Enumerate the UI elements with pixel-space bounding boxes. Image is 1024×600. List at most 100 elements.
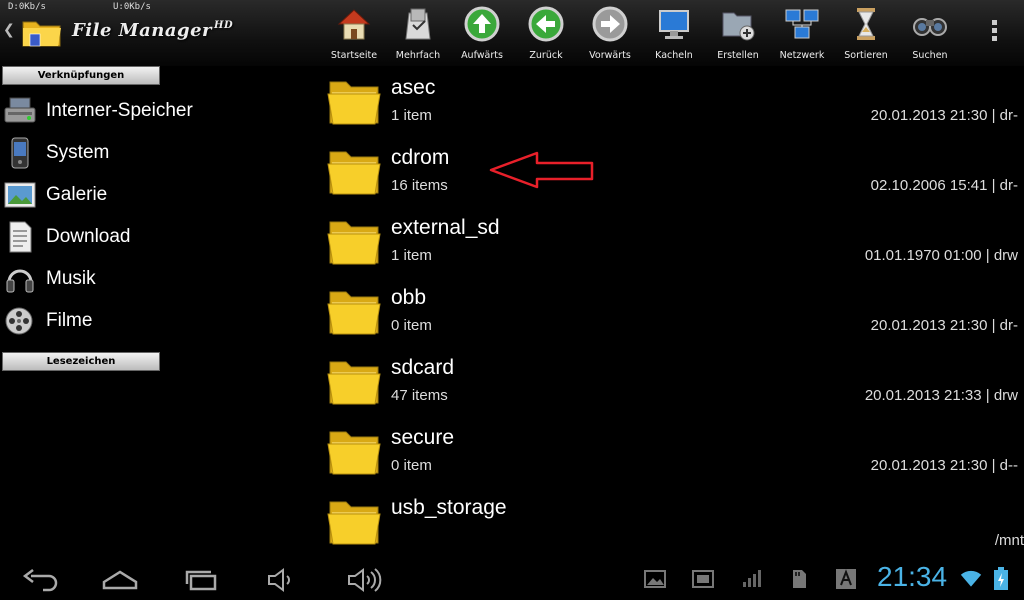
toolbar-sort-button[interactable]: Sortieren: [834, 0, 898, 66]
folder-icon: [327, 501, 381, 545]
sidebar-item-music[interactable]: Musik: [0, 258, 240, 300]
download-icon: [9, 221, 32, 253]
file-row-secure[interactable]: secure 0 item 20.01.2013 21:30 | d--: [322, 416, 1024, 486]
forward-icon: [592, 6, 628, 42]
file-item-count: 16 items: [391, 177, 448, 194]
toolbar-home-button[interactable]: Startseite: [322, 0, 386, 66]
system-navigation-bar: 21:34: [0, 560, 1024, 600]
app-logo-icon[interactable]: [20, 14, 64, 48]
toolbar-home-label: Startseite: [330, 50, 378, 61]
sidebar-item-download[interactable]: Download: [0, 216, 240, 258]
home-icon: [337, 9, 371, 40]
film-reel-icon: [5, 307, 33, 335]
file-meta: 01.01.1970 01:00 | drw: [864, 247, 1018, 264]
nav-back-button[interactable]: [18, 564, 64, 596]
toolbar-multiselect-label: Mehrfach: [395, 50, 441, 61]
volume-down-button[interactable]: [256, 564, 302, 596]
file-row-external-sd[interactable]: external_sd 1 item 01.01.1970 01:00 | dr…: [322, 206, 1024, 276]
file-row-cdrom[interactable]: cdrom 16 items 02.10.2006 15:41 | dr-: [322, 136, 1024, 206]
app-title: File Manager HD: [72, 20, 234, 41]
up-navigation-icon[interactable]: ❮: [3, 22, 15, 38]
toolbar-sort-label: Sortieren: [844, 50, 888, 61]
multi-select-icon: [405, 8, 431, 40]
phone-icon: [11, 137, 29, 169]
file-meta: 20.01.2013 21:30 | dr-: [870, 107, 1018, 124]
signal-strength-icon: [740, 568, 762, 590]
annotation-arrow-icon: [489, 151, 594, 189]
toolbar-tiles-button[interactable]: Kacheln: [642, 0, 706, 66]
bookmarks-header: Lesezeichen: [2, 352, 160, 371]
sd-card-icon: [788, 568, 810, 590]
internal-storage-icon: [4, 97, 36, 123]
back-icon: [528, 6, 564, 42]
toolbar-forward-button[interactable]: Vorwärts: [578, 0, 642, 66]
sidebar-item-label: Filme: [46, 310, 93, 331]
file-name: usb_storage: [391, 496, 507, 519]
app-title-badge: HD: [214, 20, 234, 31]
toolbar-back-label: Zurück: [529, 50, 563, 61]
up-icon: [464, 6, 500, 42]
folder-icon: [327, 431, 381, 475]
status-clock: 21:34: [877, 561, 948, 592]
toolbar-create-label: Erstellen: [717, 50, 759, 61]
toolbar-search-button[interactable]: Suchen: [898, 0, 962, 66]
sidebar-item-gallery[interactable]: Galerie: [0, 174, 240, 216]
file-item-count: 1 item: [391, 107, 432, 124]
file-item-count: 0 item: [391, 317, 432, 334]
sort-icon: [857, 8, 875, 40]
toolbar: Startseite Mehrfach Aufwärts Zurück Vorw…: [322, 0, 962, 66]
create-folder-icon: [722, 12, 755, 41]
toolbar-back-button[interactable]: Zurück: [514, 0, 578, 66]
volume-up-icon: [348, 568, 382, 592]
sidebar-item-internal-storage[interactable]: Interner-Speicher: [0, 90, 240, 132]
home-outline-icon: [102, 570, 138, 590]
action-bar: D:0Kb/s U:0Kb/s ❮ File Manager HD Startse…: [0, 0, 1024, 66]
battery-charging-icon: [990, 567, 1012, 590]
sidebar-item-system[interactable]: System: [0, 132, 240, 174]
upload-speed: U:0Kb/s: [113, 2, 151, 12]
volume-down-icon: [268, 568, 290, 592]
overflow-menu-icon[interactable]: [992, 20, 998, 44]
toolbar-search-label: Suchen: [912, 50, 948, 61]
file-item-count: 1 item: [391, 247, 432, 264]
tiles-icon: [659, 10, 689, 39]
file-item-count: 0 item: [391, 457, 432, 474]
sidebar-item-label: Musik: [46, 268, 96, 289]
network-icon: [785, 9, 819, 39]
wifi-icon: [960, 568, 982, 590]
file-row-asec[interactable]: asec 1 item 20.01.2013 21:30 | dr-: [322, 66, 1024, 136]
download-speed: D:0Kb/s: [8, 2, 46, 12]
keyboard-input-icon: [835, 568, 857, 590]
file-row-usb-storage[interactable]: usb_storage: [322, 486, 1024, 556]
toolbar-forward-label: Vorwärts: [589, 50, 631, 61]
file-name: sdcard: [391, 356, 455, 379]
toolbar-network-label: Netzwerk: [779, 50, 825, 61]
nav-recents-button[interactable]: [178, 564, 224, 596]
volume-up-button[interactable]: [340, 564, 386, 596]
sidebar-item-label: Galerie: [46, 184, 108, 205]
toolbar-create-button[interactable]: Erstellen: [706, 0, 770, 66]
shortcuts-header: Verknüpfungen: [2, 66, 160, 85]
file-meta: 20.01.2013 21:30 | dr-: [870, 317, 1018, 334]
nav-home-button[interactable]: [97, 564, 143, 596]
file-meta: 02.10.2006 15:41 | dr-: [870, 177, 1018, 194]
toolbar-multiselect-button[interactable]: Mehrfach: [386, 0, 450, 66]
recent-apps-icon: [185, 570, 217, 591]
toolbar-up-button[interactable]: Aufwärts: [450, 0, 514, 66]
file-row-sdcard[interactable]: sdcard 47 items 20.01.2013 21:33 | drw: [322, 346, 1024, 416]
sidebar-item-movies[interactable]: Filme: [0, 300, 240, 342]
current-path: /mnt: [994, 532, 1024, 549]
file-name: external_sd: [391, 216, 500, 239]
folder-icon: [327, 361, 381, 405]
file-meta: 20.01.2013 21:30 | d--: [870, 457, 1018, 474]
file-row-obb[interactable]: obb 0 item 20.01.2013 21:30 | dr-: [322, 276, 1024, 346]
toolbar-network-button[interactable]: Netzwerk: [770, 0, 834, 66]
file-item-count: 47 items: [391, 387, 448, 404]
sidebar-item-label: Download: [46, 226, 131, 247]
search-icon: [913, 18, 947, 36]
toolbar-up-label: Aufwärts: [461, 50, 503, 61]
folder-icon: [327, 81, 381, 125]
file-name: cdrom: [391, 146, 450, 169]
sidebar-item-label: Interner-Speicher: [46, 100, 193, 121]
headphones-icon: [6, 269, 34, 293]
